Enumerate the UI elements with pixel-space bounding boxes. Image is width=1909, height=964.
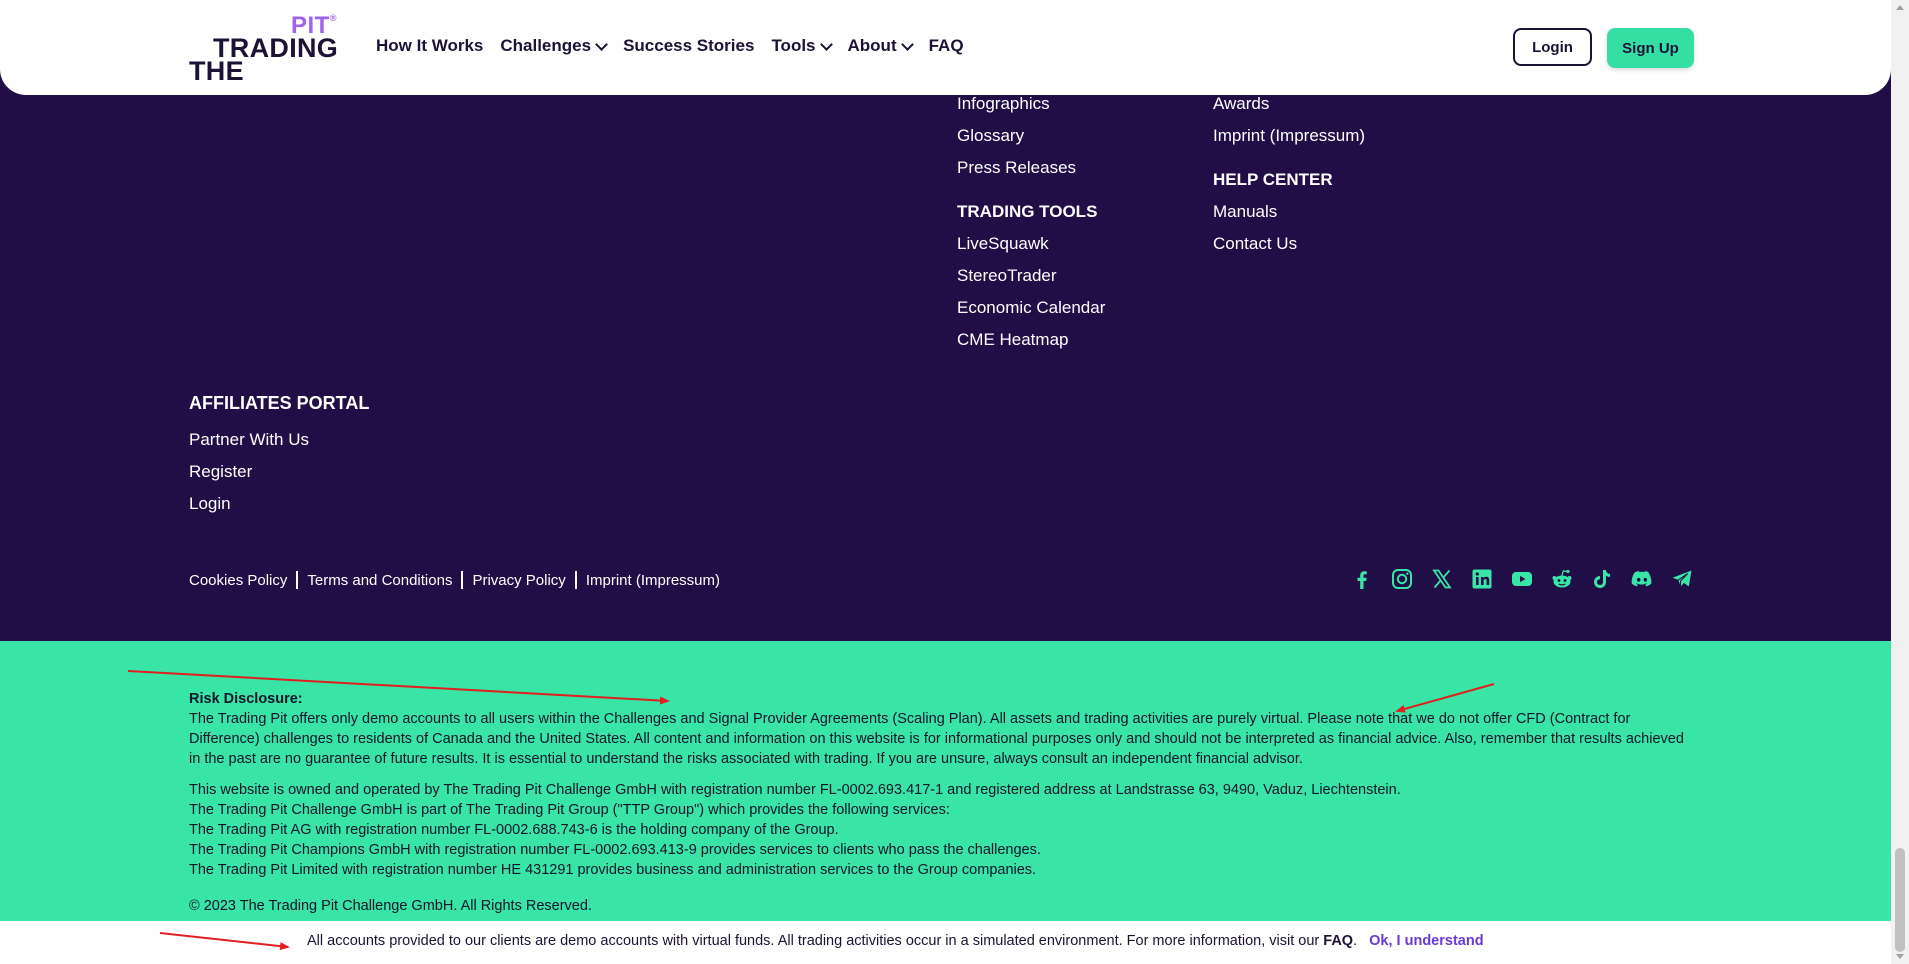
holding-line: The Trading Pit AG with registration num…	[189, 822, 839, 838]
affiliate-link-login[interactable]: Login	[189, 488, 369, 520]
nav-tools[interactable]: Tools	[771, 36, 833, 56]
chevron-down-icon	[819, 37, 833, 51]
notice-text: All accounts provided to our clients are…	[307, 933, 1320, 949]
footer-link-economic-calendar[interactable]: Economic Calendar	[957, 292, 1105, 324]
signup-button[interactable]: Sign Up	[1607, 28, 1694, 68]
footer-link-manuals[interactable]: Manuals	[1213, 196, 1365, 228]
legal-link-cookies[interactable]: Cookies Policy	[189, 572, 287, 589]
linkedin-icon[interactable]	[1469, 566, 1495, 592]
divider	[574, 571, 577, 589]
legal-link-privacy[interactable]: Privacy Policy	[472, 572, 565, 589]
footer-link-imprint[interactable]: Imprint (Impressum)	[1213, 120, 1365, 152]
nav-label: FAQ	[928, 36, 964, 55]
legal-link-terms[interactable]: Terms and Conditions	[307, 572, 452, 589]
footer-link-contact-us[interactable]: Contact Us	[1213, 228, 1365, 260]
affiliates-portal-heading: AFFILIATES PORTAL	[189, 393, 370, 413]
divider	[461, 571, 464, 589]
login-button[interactable]: Login	[1513, 28, 1592, 66]
footer-link-press-releases[interactable]: Press Releases	[957, 152, 1105, 184]
scroll-down-arrow-icon[interactable]	[1896, 954, 1904, 959]
chevron-down-icon	[595, 37, 608, 51]
nav-label: How It Works	[376, 36, 484, 55]
footer-column-company: Awards Imprint (Impressum) HELP CENTER M…	[1213, 88, 1365, 260]
footer-link-livesquawk[interactable]: LiveSquawk	[957, 228, 1105, 260]
affiliates-portal: AFFILIATES PORTAL Partner With Us Regist…	[189, 388, 369, 520]
copyright-text: © 2023 The Trading Pit Challenge GmbH. A…	[189, 898, 592, 914]
nav-label: Tools	[771, 36, 816, 55]
help-center-heading: HELP CENTER	[1213, 170, 1333, 189]
divider	[296, 571, 299, 589]
scrollbar-thumb[interactable]	[1895, 848, 1905, 952]
notice-period: .	[1353, 933, 1358, 949]
group-line: The Trading Pit Challenge GmbH is part o…	[189, 802, 950, 818]
trading-pit-logo[interactable]: PIT® TRADING THE	[189, 13, 349, 86]
legal-link-imprint[interactable]: Imprint (Impressum)	[586, 572, 720, 589]
notice-content: All accounts provided to our clients are…	[307, 933, 1484, 949]
nav-success-stories[interactable]: Success Stories	[623, 36, 754, 56]
notice-faq-link[interactable]: FAQ	[1323, 933, 1353, 949]
ok-i-understand-button[interactable]: Ok, I understand	[1369, 933, 1483, 949]
tiktok-icon[interactable]	[1589, 566, 1615, 592]
page-scrollbar[interactable]	[1891, 0, 1909, 964]
affiliate-link-register[interactable]: Register	[189, 456, 369, 488]
risk-disclosure-section: Risk Disclosure: The Trading Pit offers …	[0, 641, 1891, 921]
facebook-icon[interactable]	[1349, 566, 1375, 592]
risk-disclosure-content: Risk Disclosure: The Trading Pit offers …	[189, 689, 1699, 916]
risk-disclosure-title: Risk Disclosure:	[189, 691, 303, 707]
affiliate-link-partner[interactable]: Partner With Us	[189, 424, 369, 456]
logo-registered-mark: ®	[329, 13, 337, 23]
main-nav: How It Works Challenges Success Stories …	[376, 36, 981, 56]
nav-label: Challenges	[500, 36, 592, 55]
nav-challenges[interactable]: Challenges	[500, 36, 608, 56]
footer-link-cme-heatmap[interactable]: CME Heatmap	[957, 324, 1105, 356]
limited-line: The Trading Pit Limited with registratio…	[189, 862, 1037, 878]
demo-account-notice-bar: All accounts provided to our clients are…	[0, 921, 1891, 964]
risk-disclosure-text: The Trading Pit offers only demo account…	[189, 711, 1684, 767]
site-header: PIT® TRADING THE How It Works Challenges…	[0, 0, 1891, 95]
footer-link-glossary[interactable]: Glossary	[957, 120, 1105, 152]
scroll-up-arrow-icon[interactable]	[1896, 5, 1904, 10]
reddit-icon[interactable]	[1549, 566, 1575, 592]
x-icon[interactable]	[1429, 566, 1455, 592]
chevron-down-icon	[900, 37, 914, 51]
legal-links: Cookies Policy Terms and Conditions Priv…	[189, 571, 720, 589]
champions-line: The Trading Pit Champions GmbH with regi…	[189, 842, 1041, 858]
ownership-line: This website is owned and operated by Th…	[189, 782, 1401, 798]
discord-icon[interactable]	[1629, 566, 1655, 592]
social-links	[1349, 566, 1695, 592]
nav-about[interactable]: About	[847, 36, 914, 56]
footer-column-resources: Infographics Glossary Press Releases TRA…	[957, 88, 1105, 356]
instagram-icon[interactable]	[1389, 566, 1415, 592]
nav-faq[interactable]: FAQ	[929, 36, 964, 56]
telegram-icon[interactable]	[1669, 566, 1695, 592]
youtube-icon[interactable]	[1509, 566, 1535, 592]
logo-the-text: THE	[189, 56, 244, 86]
nav-label: About	[847, 36, 897, 55]
nav-how-it-works[interactable]: How It Works	[376, 36, 483, 56]
nav-label: Success Stories	[623, 36, 755, 55]
trading-tools-heading: TRADING TOOLS	[957, 202, 1098, 221]
footer-link-stereotrader[interactable]: StereoTrader	[957, 260, 1105, 292]
